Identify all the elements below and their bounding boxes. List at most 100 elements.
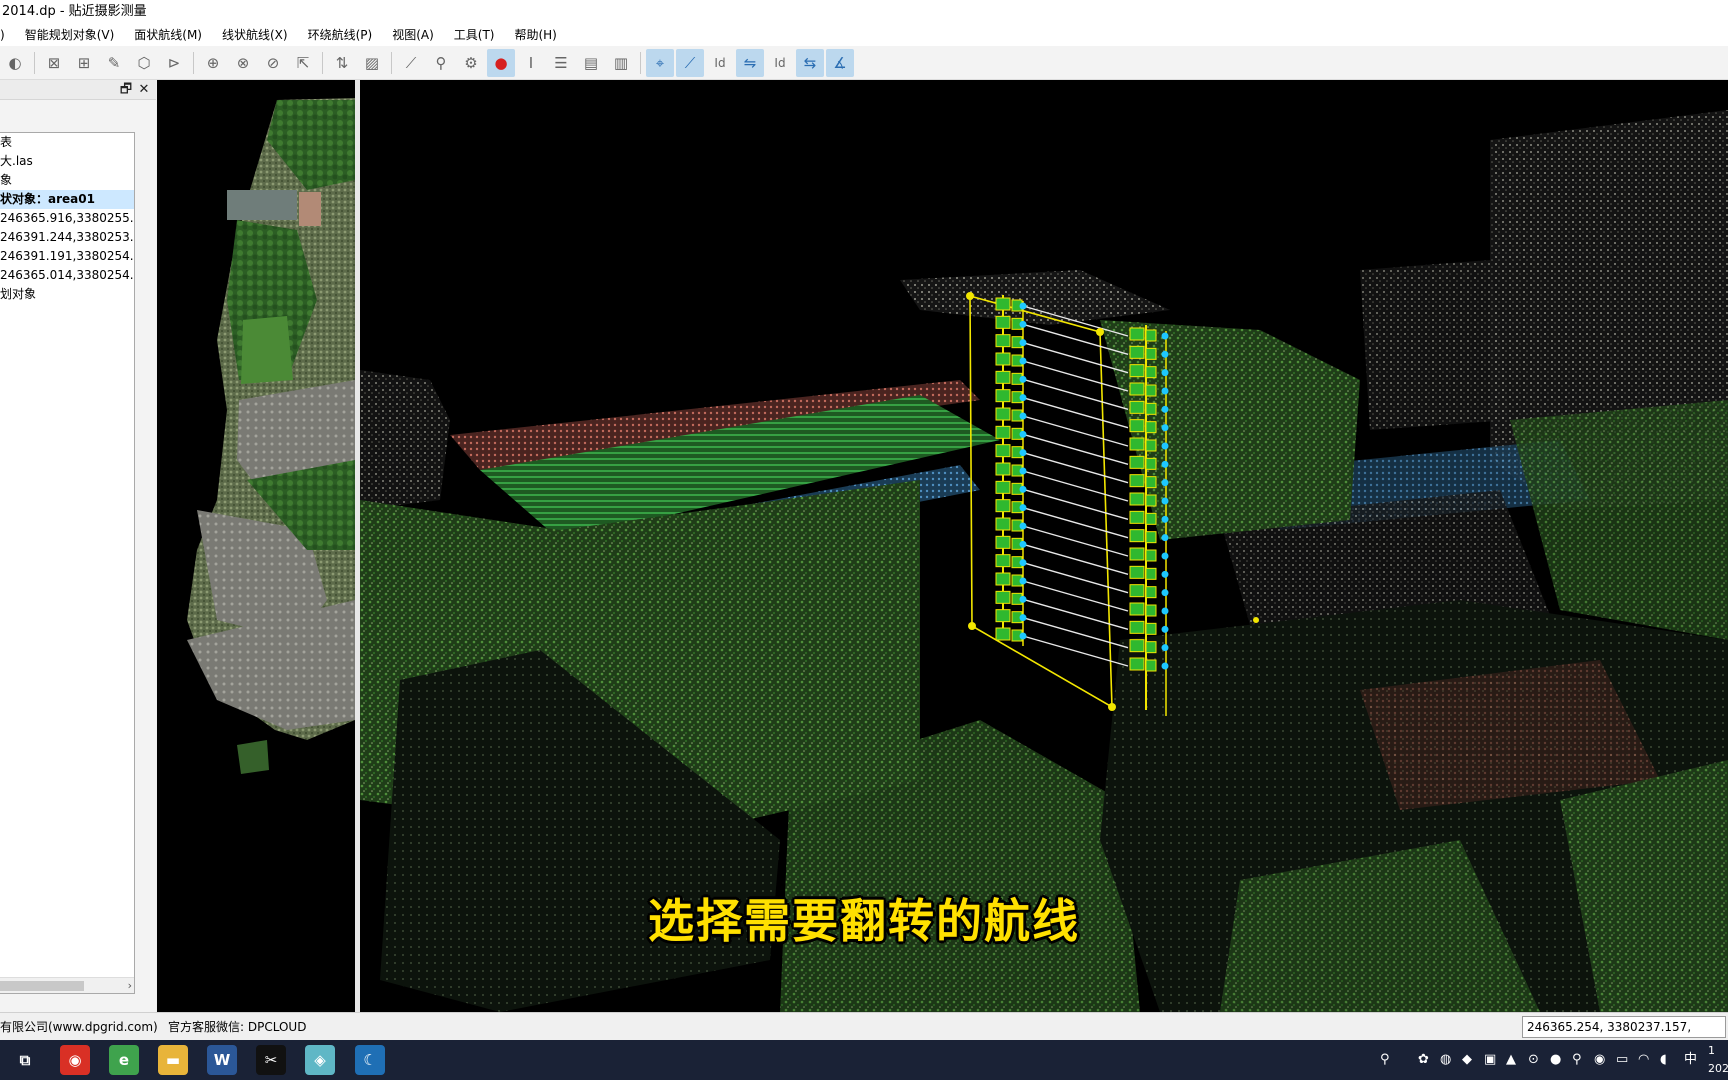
layers-icon[interactable]: ▤: [577, 49, 605, 77]
menu-item-6[interactable]: 工具(T): [444, 24, 505, 46]
route-connector-line: [1022, 616, 1129, 649]
tree-item[interactable]: 246391.244,3380253.889: [0, 228, 134, 247]
waypoint-marker: [1019, 559, 1027, 567]
title-bar: 2014.dp - 贴近摄影测量: [0, 0, 1728, 24]
scroll-right-icon[interactable]: ›: [128, 978, 132, 993]
moon-app-icon[interactable]: ☾: [355, 1045, 385, 1075]
waypoint-marker: [1161, 662, 1169, 670]
photo-frame: [1129, 492, 1145, 506]
wechat-icon[interactable]: ◉: [1594, 1050, 1605, 1070]
photo-frame: [1145, 347, 1157, 360]
photo-frame: [995, 499, 1011, 513]
photo-frame: [995, 590, 1011, 604]
folder-icon[interactable]: ▬: [158, 1045, 188, 1075]
route-edit-icon[interactable]: ⊘: [259, 49, 287, 77]
photo-frame: [995, 389, 1011, 403]
menu-item-1[interactable]: 智能规划对象(V): [15, 24, 125, 46]
layers-stack-icon[interactable]: ▥: [607, 49, 635, 77]
tray-app-8-icon[interactable]: ⚲: [1572, 1050, 1582, 1070]
system-clock[interactable]: 1 202: [1708, 1042, 1728, 1078]
angle-icon[interactable]: ∡: [826, 48, 854, 77]
close-icon[interactable]: ✕: [136, 82, 152, 98]
battery-icon[interactable]: ▭: [1616, 1050, 1628, 1070]
taskview-icon[interactable]: ⧉: [10, 1045, 40, 1075]
waypoint-marker: [1019, 339, 1027, 347]
frame-grid-icon[interactable]: ⊠: [40, 49, 68, 77]
menu-item-7[interactable]: 帮助(H): [504, 24, 566, 46]
word-icon[interactable]: W: [207, 1045, 237, 1075]
browser-icon[interactable]: e: [109, 1045, 139, 1075]
tree-item[interactable]: 状对象：area01: [0, 190, 134, 209]
waypoint-marker: [1161, 644, 1169, 652]
id-icon[interactable]: Id: [706, 49, 734, 77]
menu-item-4[interactable]: 环绕航线(P): [298, 24, 383, 46]
tree-item[interactable]: 划对象: [0, 285, 134, 304]
restore-icon[interactable]: 🗗: [118, 82, 134, 98]
list-icon[interactable]: ☰: [547, 49, 575, 77]
capcut-icon[interactable]: ✂: [256, 1045, 286, 1075]
route-add-icon[interactable]: ⊕: [199, 49, 227, 77]
brush-icon[interactable]: ⟋: [676, 48, 704, 77]
sort-icon[interactable]: ⇅: [328, 49, 356, 77]
route-connector-line: [1022, 360, 1129, 392]
network-user-icon[interactable]: ⚲: [1380, 1050, 1390, 1070]
ime-indicator[interactable]: 中: [1684, 1050, 1697, 1070]
tray-app-4-icon[interactable]: ▣: [1484, 1050, 1496, 1070]
windows-taskbar: ⧉ ◉ e ▬ W ✂ ◈ ☾ ⚲ ✿ ◍ ◆ ▣ ▲ ⊙ ● ⚲ ◉ ▭ ◠ ◖ 中 1 2…: [0, 1040, 1728, 1080]
waypoint-marker: [1161, 405, 1169, 413]
menu-item-2[interactable]: 面状航线(M): [124, 24, 212, 46]
flip-route-icon[interactable]: ⇋: [736, 48, 764, 77]
settings-icon[interactable]: ⚙: [457, 49, 485, 77]
point-cloud-3d-view[interactable]: [360, 80, 1728, 1012]
horizontal-scrollbar[interactable]: ›: [0, 977, 134, 993]
pen-icon[interactable]: ✎: [100, 49, 128, 77]
route-search-icon[interactable]: ⊗: [229, 49, 257, 77]
photo-frame: [1145, 402, 1157, 415]
menu-item-3[interactable]: 线状航线(X): [212, 24, 298, 46]
photo-frame: [1145, 604, 1157, 617]
wifi-icon[interactable]: ◠: [1638, 1050, 1649, 1070]
photo-frame: [1129, 400, 1145, 414]
tray-app-3-icon[interactable]: ◆: [1462, 1050, 1472, 1070]
boundary-vertex: [968, 622, 976, 630]
hatch-icon[interactable]: ▨: [358, 49, 386, 77]
waypoint-marker: [1161, 479, 1169, 487]
tray-app-2-icon[interactable]: ◍: [1440, 1050, 1451, 1070]
tree-item[interactable]: 大.las: [0, 152, 134, 171]
color-rgb-icon[interactable]: ●: [487, 48, 515, 77]
line-measure-icon[interactable]: ⟋: [397, 49, 425, 77]
zoom-icon[interactable]: ⚲: [427, 49, 455, 77]
gear-partial-icon[interactable]: ◐: [1, 49, 29, 77]
tree-item[interactable]: 表: [0, 133, 134, 152]
status-company: 有限公司(www.dpgrid.com): [0, 1020, 158, 1034]
tray-app-5-icon[interactable]: ▲: [1506, 1050, 1516, 1070]
menu-item-0[interactable]: ): [0, 24, 15, 46]
photo-frame: [1145, 366, 1157, 379]
tree-item[interactable]: 246365.916,3380255.498: [0, 209, 134, 228]
menu-item-5[interactable]: 视图(A): [382, 24, 444, 46]
export-icon[interactable]: ⇱: [289, 49, 317, 77]
tree-item[interactable]: 象: [0, 171, 134, 190]
tray-app-1-icon[interactable]: ✿: [1418, 1050, 1429, 1070]
waypoint-marker: [1019, 595, 1027, 603]
photo-frame: [1129, 474, 1145, 488]
grid-icon[interactable]: ⊞: [70, 49, 98, 77]
photo-frame: [995, 334, 1011, 348]
tree-item[interactable]: 246365.014,3380254.916: [0, 266, 134, 285]
dpmodeler-icon[interactable]: ◈: [305, 1045, 335, 1075]
text-cursor-icon[interactable]: Ι: [517, 49, 545, 77]
ortho-map-view[interactable]: [157, 80, 355, 1012]
tray-app-6-icon[interactable]: ⊙: [1528, 1050, 1539, 1070]
route-select-icon[interactable]: ⌖: [646, 48, 674, 77]
reverse-route-icon[interactable]: ⇆: [796, 48, 824, 77]
play-cube-icon[interactable]: ⊳: [160, 49, 188, 77]
tree-item[interactable]: 246391.191,3380254.472: [0, 247, 134, 266]
volume-icon[interactable]: ◖: [1660, 1050, 1667, 1070]
chrome-icon[interactable]: ◉: [60, 1045, 90, 1075]
waypoint-marker: [1161, 369, 1169, 377]
scrollbar-thumb[interactable]: [0, 981, 84, 991]
cube-icon[interactable]: ⬡: [130, 49, 158, 77]
waypoint-marker: [1019, 449, 1027, 457]
id-alt-icon[interactable]: Id: [766, 49, 794, 77]
tray-app-7-icon[interactable]: ●: [1550, 1050, 1561, 1070]
